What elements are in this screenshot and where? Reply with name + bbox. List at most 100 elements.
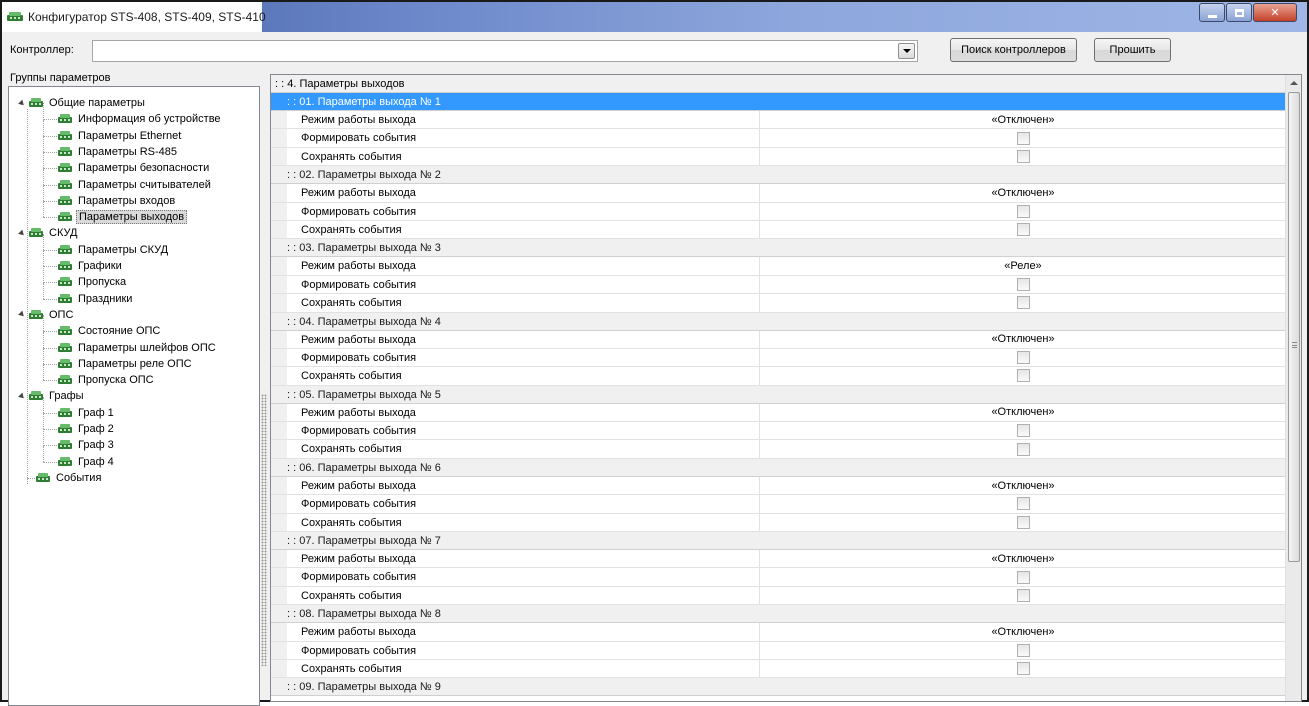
save-events-checkbox[interactable] (1016, 296, 1030, 310)
form-events-checkbox[interactable] (1016, 643, 1030, 657)
parameter-row[interactable]: Режим работы выхода «Реле» (271, 257, 1286, 276)
tree-item[interactable]: Граф 4 (57, 454, 116, 470)
parameter-row[interactable]: Режим работы выхода «Отключен» (271, 184, 1286, 203)
parameter-value[interactable] (760, 367, 1286, 384)
parameter-value[interactable] (760, 422, 1286, 439)
save-events-checkbox[interactable] (1016, 515, 1030, 529)
parameter-row[interactable]: Сохранять события (271, 513, 1286, 533)
controller-select[interactable] (92, 40, 918, 62)
form-events-checkbox[interactable] (1016, 570, 1030, 584)
output-mode-value[interactable]: «Отключен» (760, 184, 1286, 201)
scrollbar-thumb[interactable] (1288, 92, 1300, 562)
output-group-header[interactable]: : : 03. Параметры выхода № 3 (271, 239, 1286, 258)
parameter-row[interactable]: Сохранять события (271, 147, 1286, 167)
parameter-row[interactable]: Формировать события (271, 495, 1286, 514)
parameter-row[interactable]: Формировать события (271, 641, 1286, 660)
parameter-row[interactable]: Режим работы выхода «Отключен» (271, 623, 1286, 642)
output-mode-value[interactable]: «Отключен» (760, 550, 1286, 567)
parameter-row[interactable]: Режим работы выхода «Отключен» (271, 476, 1286, 496)
tree-item[interactable]: Графики (57, 258, 124, 274)
output-mode-value[interactable]: «Отключен» (760, 111, 1286, 128)
parameter-groups-tree[interactable]: Общие параметры Информация об устройстве П… (8, 86, 260, 706)
output-mode-value[interactable]: «Отключен» (760, 477, 1286, 494)
parameter-value[interactable] (760, 642, 1286, 659)
tree-item[interactable]: Параметры реле ОПС (57, 356, 194, 372)
flash-button[interactable]: Прошить (1094, 38, 1171, 62)
parameter-value[interactable] (760, 568, 1286, 585)
tree-item[interactable]: Состояние ОПС (57, 323, 162, 339)
parameter-row[interactable]: Формировать события (271, 129, 1286, 148)
tree-item[interactable]: Граф 1 (57, 405, 116, 421)
tree-item[interactable]: Параметры Ethernet (57, 128, 183, 144)
search-controllers-button[interactable]: Поиск контроллеров (950, 38, 1077, 62)
save-events-checkbox[interactable] (1016, 662, 1030, 676)
tree-item[interactable]: Параметры шлейфов ОПС (57, 340, 218, 356)
tree-item[interactable]: Параметры СКУД (57, 242, 170, 258)
save-events-checkbox[interactable] (1016, 442, 1030, 456)
save-events-checkbox[interactable] (1016, 589, 1030, 602)
parameter-value[interactable] (760, 495, 1286, 512)
form-events-checkbox[interactable] (1016, 497, 1030, 511)
parameter-row[interactable]: Формировать события (271, 348, 1286, 368)
tree-item[interactable]: Графы (18, 388, 86, 404)
parameter-row[interactable]: Режим работы выхода «Отключен» (271, 550, 1286, 569)
output-mode-value[interactable]: «Отключен» (760, 623, 1286, 640)
parameter-row[interactable]: Режим работы выхода «Отключен» (271, 330, 1286, 349)
form-events-checkbox[interactable] (1016, 424, 1030, 438)
tree-item[interactable]: Пропуска ОПС (57, 372, 156, 388)
output-group-header[interactable]: : : 09. Параметры выхода № 9 (271, 678, 1286, 697)
vertical-scrollbar[interactable] (1285, 75, 1301, 701)
save-events-checkbox[interactable] (1016, 149, 1030, 163)
form-events-checkbox[interactable] (1016, 351, 1030, 365)
tree-item[interactable]: Параметры безопасности (57, 160, 211, 176)
tree-item[interactable]: СКУД (18, 225, 79, 241)
parameter-row[interactable]: Сохранять события (271, 367, 1286, 386)
form-events-checkbox[interactable] (1016, 131, 1030, 145)
tree-item[interactable]: Общие параметры (18, 95, 147, 111)
parameter-value[interactable] (760, 587, 1286, 604)
form-events-checkbox[interactable] (1016, 204, 1030, 218)
tree-item[interactable]: События (35, 470, 103, 486)
tree-item[interactable]: Параметры считывателей (57, 177, 213, 193)
expand-arrow-icon[interactable] (18, 392, 26, 401)
parameter-value[interactable] (760, 129, 1286, 146)
tree-item[interactable]: Параметры RS-485 (57, 144, 179, 160)
parameter-value[interactable] (760, 349, 1286, 366)
parameter-value[interactable] (760, 514, 1286, 531)
output-mode-value[interactable]: «Отключен» (760, 404, 1286, 421)
output-mode-value[interactable]: «Реле» (760, 257, 1286, 274)
splitter-handle[interactable] (261, 394, 267, 666)
output-group-header[interactable]: : : 08. Параметры выхода № 8 (271, 605, 1286, 624)
output-group-header[interactable]: : : 06. Параметры выхода № 6 (271, 458, 1286, 477)
output-group-header[interactable]: : : 01. Параметры выхода № 1 (271, 93, 1286, 111)
scroll-up-icon[interactable] (1290, 81, 1298, 85)
parameter-row[interactable]: Сохранять события (271, 659, 1286, 679)
output-group-header[interactable]: : : 07. Параметры выхода № 7 (271, 532, 1286, 551)
parameter-row[interactable]: Сохранять события (271, 294, 1286, 313)
parameter-value[interactable] (760, 203, 1286, 220)
parameter-value[interactable] (760, 221, 1286, 238)
tree-item[interactable]: Параметры входов (57, 193, 177, 209)
parameter-row[interactable]: Формировать события (271, 422, 1286, 441)
title-bar[interactable]: Конфигуратор STS-408, STS-409, STS-410 ✕ (2, 2, 1307, 32)
tree-item[interactable]: Параметры выходов (57, 209, 188, 225)
tree-item[interactable]: Граф 3 (57, 437, 116, 453)
parameter-row[interactable]: Режим работы выхода «Отключен» (271, 403, 1286, 423)
tree-item[interactable]: Граф 2 (57, 421, 116, 437)
parameter-row[interactable]: Формировать события (271, 202, 1286, 221)
parameter-value[interactable] (760, 660, 1286, 677)
expand-arrow-icon[interactable] (18, 311, 26, 319)
parameter-row[interactable]: Сохранять события (271, 220, 1286, 240)
tree-item[interactable]: Информация об устройстве (57, 111, 223, 127)
expand-arrow-icon[interactable] (18, 229, 26, 238)
parameter-value[interactable] (760, 148, 1286, 165)
expand-arrow-icon[interactable] (18, 99, 26, 107)
save-events-checkbox[interactable] (1016, 369, 1030, 383)
close-button[interactable]: ✕ (1253, 3, 1297, 22)
parameter-row[interactable]: Режим работы выхода «Отключен» (271, 111, 1286, 130)
minimize-button[interactable] (1199, 3, 1225, 22)
output-mode-value[interactable]: «Отключен» (760, 331, 1286, 348)
tree-item[interactable]: Пропуска (57, 274, 128, 290)
parameter-row[interactable]: Сохранять события (271, 586, 1286, 606)
output-group-header[interactable]: : : 05. Параметры выхода № 5 (271, 385, 1286, 404)
